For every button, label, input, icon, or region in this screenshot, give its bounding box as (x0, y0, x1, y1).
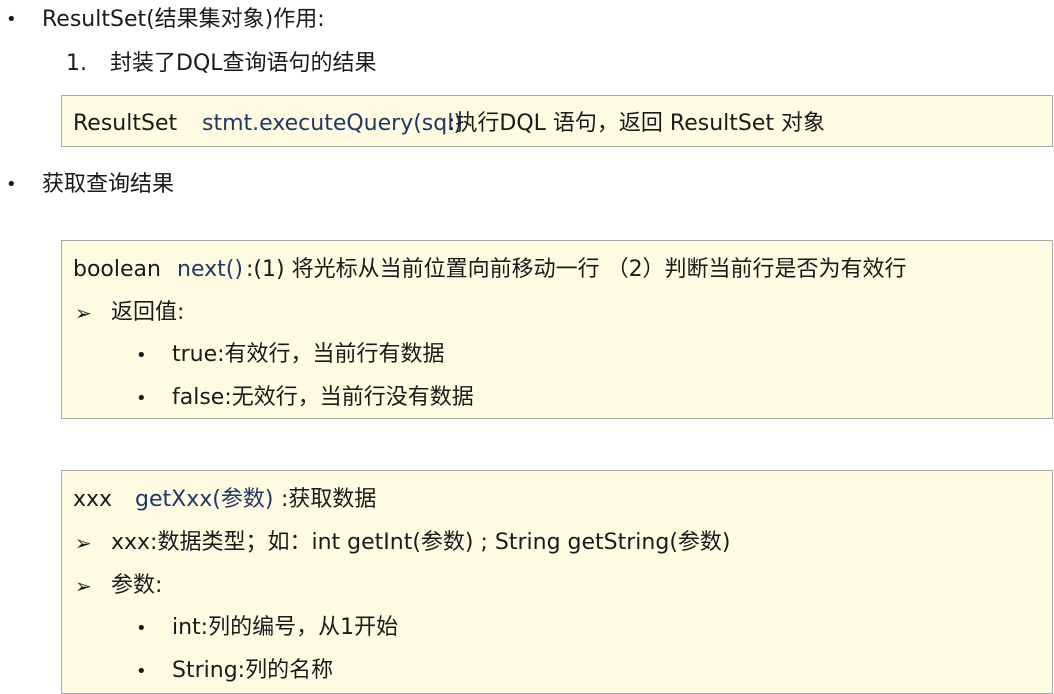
bullet: • (136, 345, 147, 366)
method-description: :执行DQL 语句，返回 ResultSet 对象 (448, 111, 826, 136)
bullet: • (136, 388, 147, 409)
arrow-bullet-icon: ➢ (75, 574, 92, 598)
arrow-bullet-icon: ➢ (75, 531, 92, 555)
return-type: ResultSet (73, 111, 178, 136)
method-description: :(1) 将光标从当前位置向前移动一行 （2）判断当前行是否为有效行 (246, 257, 907, 282)
getxxx-method-box: xxx getXxx(参数) :获取数据 ➢ xxx:数据类型；如：int ge… (61, 470, 1053, 694)
method-name: getXxx(参数) (135, 487, 274, 512)
list-number: 1. (66, 51, 87, 76)
section-title-get-results: 获取查询结果 (42, 172, 175, 197)
bullet: • (6, 174, 17, 195)
bullet: • (6, 9, 17, 30)
type-description: xxx:数据类型；如：int getInt(参数) ; String getSt… (111, 530, 731, 555)
bullet: • (136, 661, 147, 682)
list-item: true:有效行，当前行有数据 (172, 342, 445, 367)
next-method-box: boolean next() :(1) 将光标从当前位置向前移动一行 （2）判断… (61, 240, 1053, 419)
execute-query-box: ResultSet stmt.executeQuery(sql) :执行DQL … (61, 95, 1053, 147)
method-name: stmt.executeQuery(sql) (202, 111, 462, 136)
return-type: boolean (73, 257, 161, 282)
bullet: • (136, 618, 147, 639)
method-name: next() (177, 257, 243, 282)
arrow-bullet-icon: ➢ (75, 301, 92, 325)
section-title-resultset: ResultSet(结果集对象)作用: (42, 7, 325, 32)
sub-title: 返回值: (111, 300, 185, 325)
sub-title: 参数: (111, 573, 163, 598)
list-item: String:列的名称 (172, 658, 334, 683)
list-item-text: 封装了DQL查询语句的结果 (110, 51, 377, 76)
method-description: :获取数据 (281, 487, 377, 512)
list-item: int:列的编号，从1开始 (172, 615, 399, 640)
return-type: xxx (73, 487, 113, 512)
list-item: false:无效行，当前行没有数据 (172, 385, 474, 410)
